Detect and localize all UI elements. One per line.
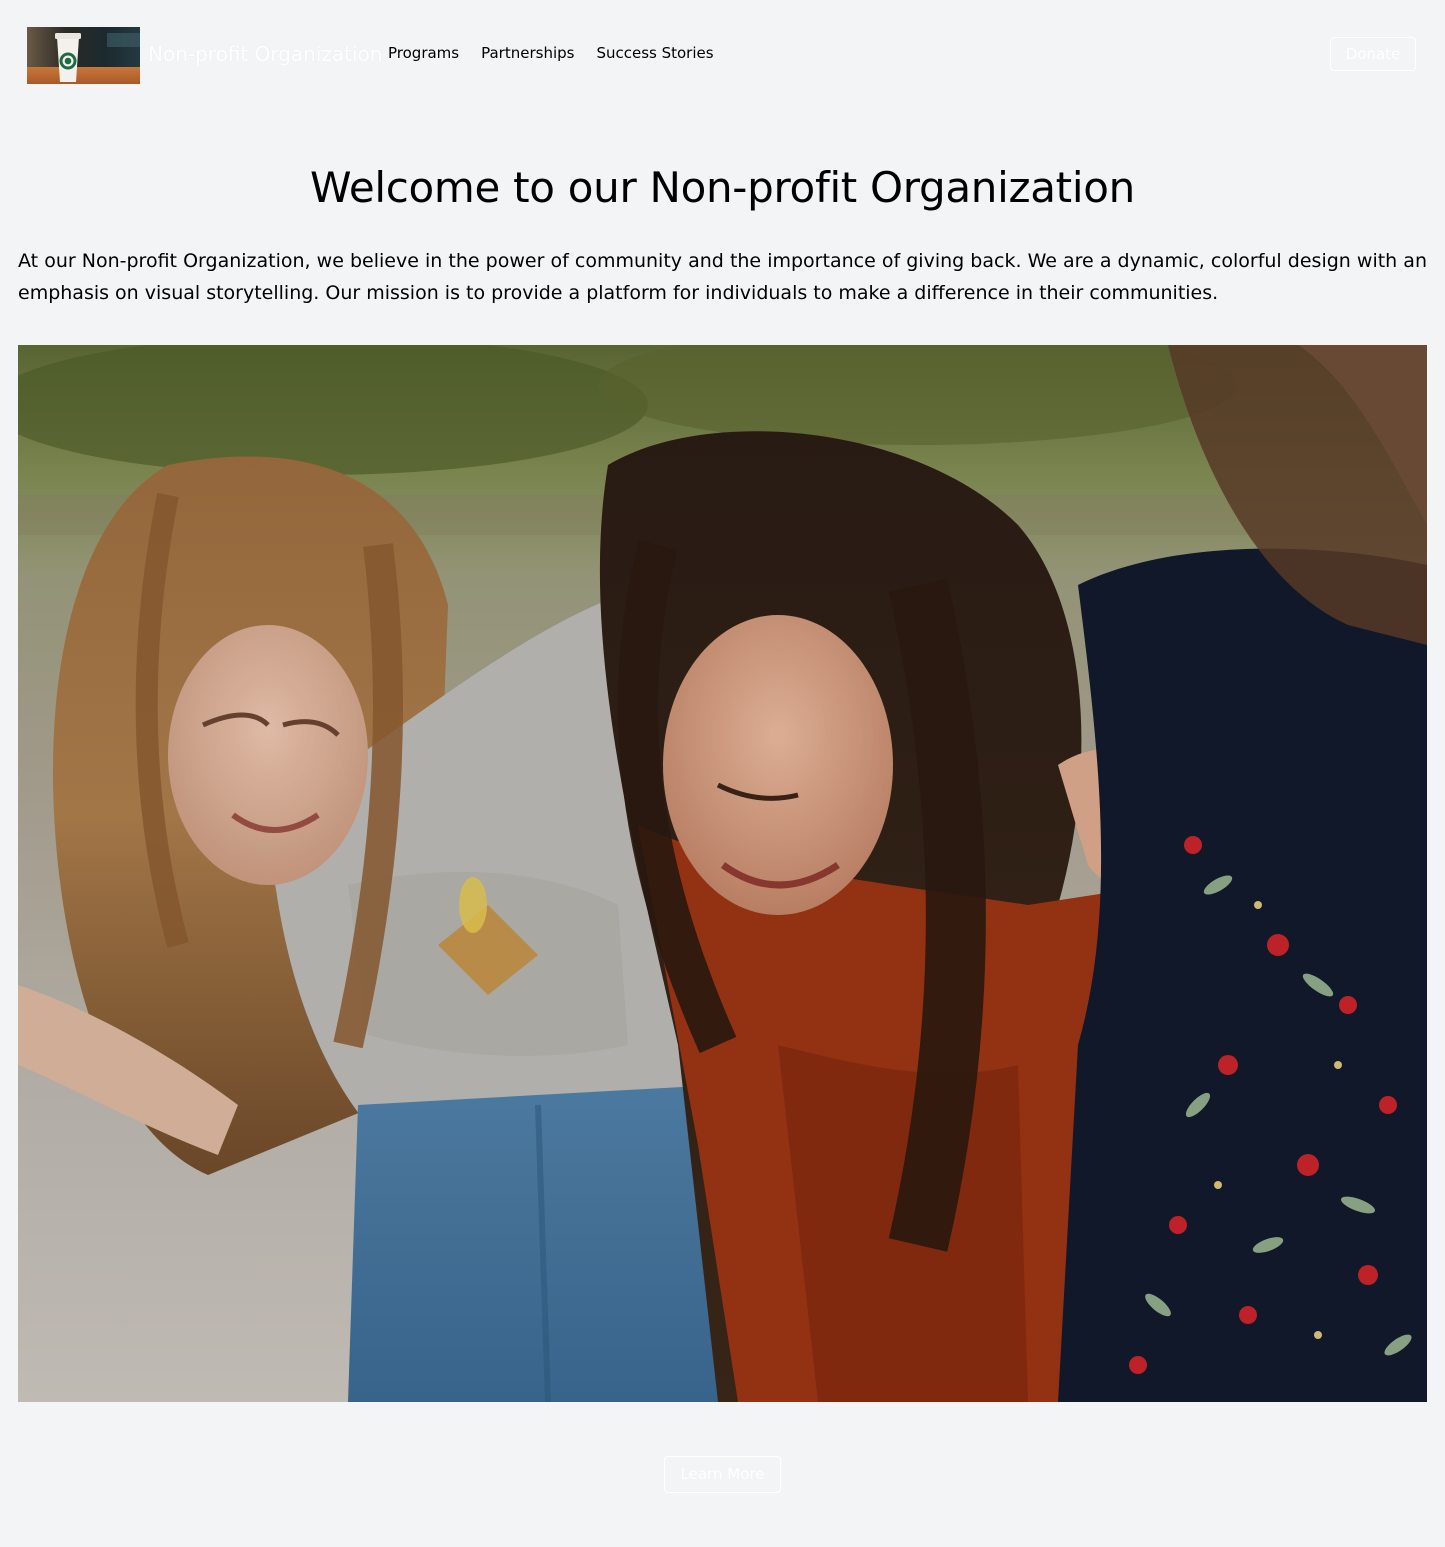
learn-more-button[interactable]: Learn More (664, 1456, 781, 1493)
main-nav: Programs Partnerships Success Stories (388, 43, 714, 63)
page-title: Welcome to our Non-profit Organization (310, 163, 1135, 212)
nav-link-success-stories[interactable]: Success Stories (596, 43, 713, 63)
site-header: Non-profit Organization Programs Partner… (0, 0, 1445, 108)
coffee-cup-logo-icon[interactable] (27, 27, 140, 84)
friends-photo-icon (18, 345, 1427, 1402)
nav-link-programs[interactable]: Programs (388, 43, 459, 63)
donate-button[interactable]: Donate (1330, 37, 1416, 71)
nav-link-partnerships[interactable]: Partnerships (481, 43, 574, 63)
brand-name[interactable]: Non-profit Organization (148, 39, 382, 69)
intro-paragraph: At our Non-profit Organization, we belie… (18, 250, 1427, 304)
